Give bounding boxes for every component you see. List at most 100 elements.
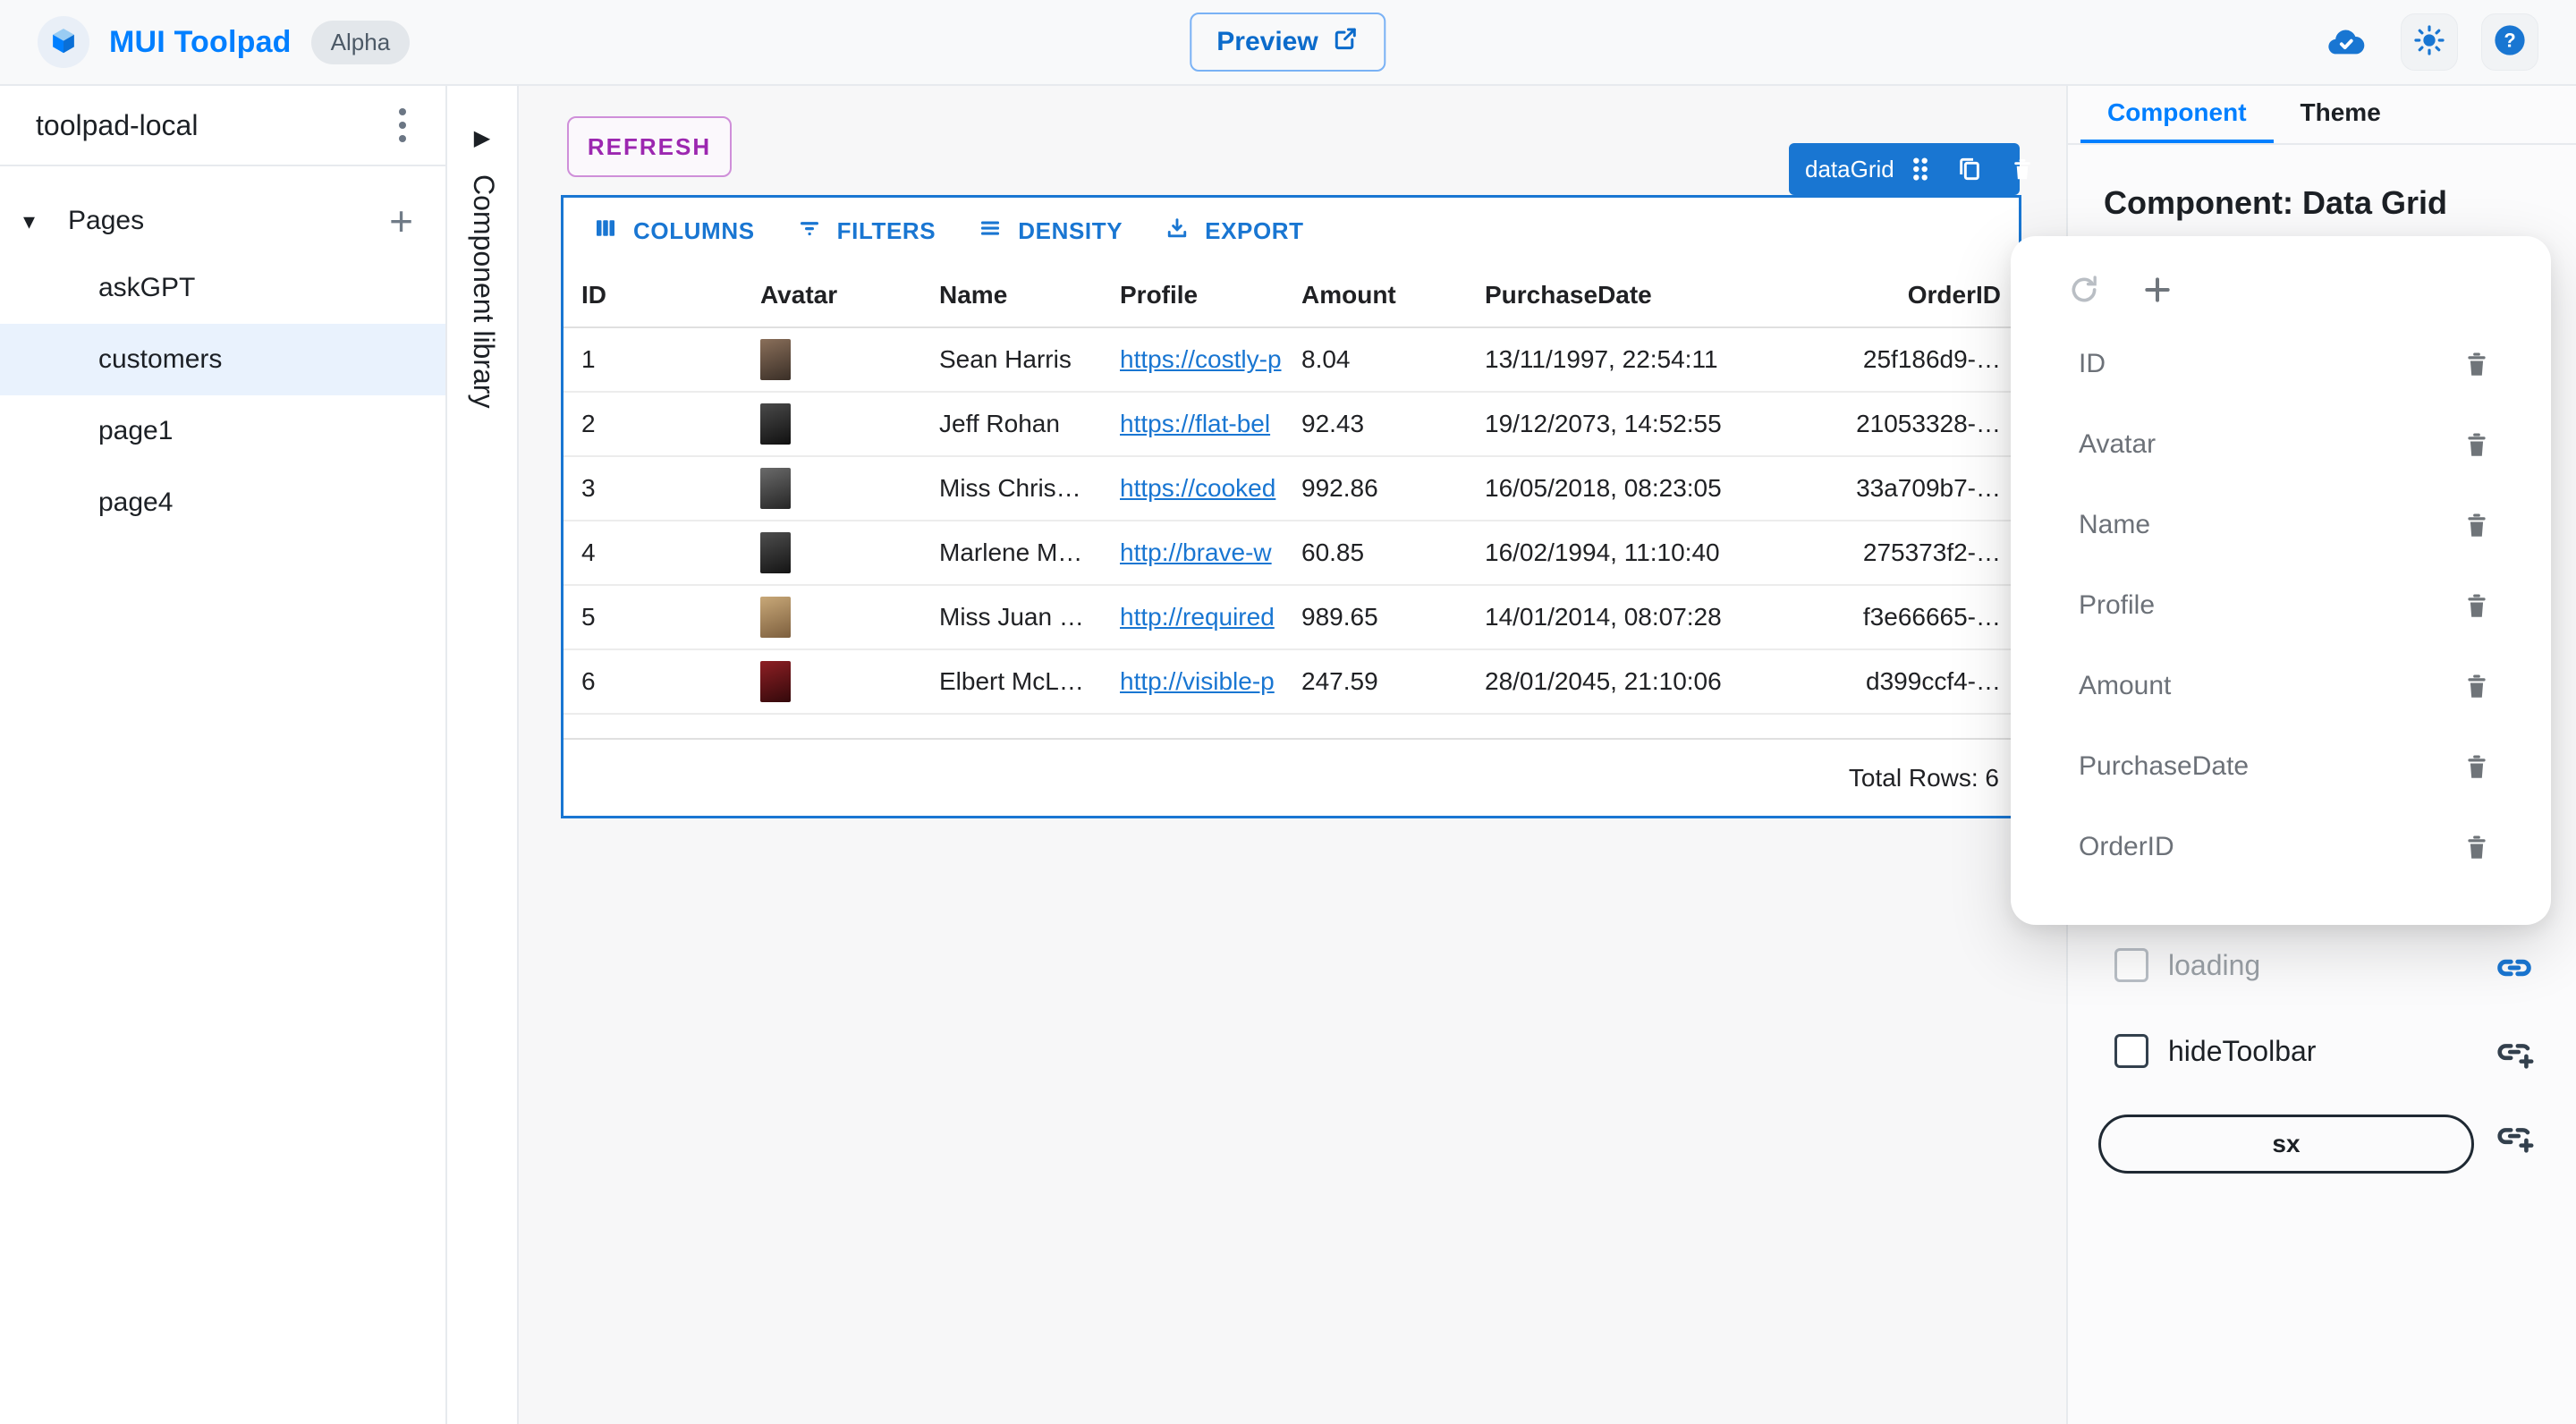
table-row[interactable]: 6 Elbert McL… http://visible-p 247.59 28… (564, 650, 2019, 715)
chevron-down-icon[interactable]: ▾ (23, 208, 59, 235)
drag-handle-icon[interactable] (1909, 156, 1932, 182)
preview-label: Preview (1216, 27, 1318, 57)
profile-link[interactable]: https://cooked (1120, 474, 1275, 502)
cell-amount: 992.86 (1284, 474, 1467, 503)
avatar (760, 661, 791, 702)
page-item-label: page1 (98, 416, 173, 446)
refresh-columns-icon[interactable] (2066, 272, 2102, 308)
delete-column-icon[interactable] (2462, 590, 2492, 621)
hidetoolbar-checkbox[interactable] (2114, 1034, 2148, 1068)
delete-column-icon[interactable] (2462, 510, 2492, 540)
sidebar-item-customers[interactable]: customers (0, 324, 445, 395)
cell-amount: 8.04 (1284, 345, 1467, 374)
component-library-strip[interactable]: ▶ Component library (447, 86, 519, 1424)
list-item[interactable]: OrderID (2011, 807, 2551, 887)
hidetoolbar-label: hideToolbar (2168, 1035, 2316, 1068)
col-header-profile[interactable]: Profile (1102, 281, 1284, 309)
toolpad-logo-icon (38, 16, 89, 68)
cell-name: Miss Chris… (921, 474, 1102, 503)
profile-link[interactable]: http://required (1120, 603, 1275, 631)
profile-link[interactable]: https://costly-p (1120, 345, 1282, 373)
delete-icon[interactable] (2009, 156, 2036, 182)
prop-hidetoolbar: hideToolbar (2114, 1034, 2316, 1068)
add-page-button[interactable]: + (384, 200, 419, 242)
table-row[interactable]: 2 Jeff Rohan https://flat-bel 92.43 19/1… (564, 393, 2019, 457)
cloud-sync-icon[interactable] (2315, 13, 2377, 71)
col-header-amount[interactable]: Amount (1284, 281, 1467, 309)
grid-filters-button[interactable]: FILTERS (782, 206, 951, 257)
duplicate-icon[interactable] (1955, 155, 1984, 183)
sidebar-item-page4[interactable]: page4 (0, 467, 445, 538)
cell-orderid: 25f186d9-… (1856, 345, 2019, 374)
cell-id: 2 (564, 410, 742, 438)
cell-profile: https://cooked (1102, 474, 1284, 503)
theme-mode-button[interactable] (2401, 13, 2458, 71)
grid-columns-button[interactable]: COLUMNS (578, 206, 769, 257)
delete-column-icon[interactable] (2462, 671, 2492, 701)
cell-id: 6 (564, 667, 742, 696)
cell-orderid: 33a709b7-… (1856, 474, 2019, 503)
delete-column-icon[interactable] (2462, 429, 2492, 460)
profile-link[interactable]: https://flat-bel (1120, 410, 1270, 437)
grid-export-button[interactable]: EXPORT (1149, 206, 1318, 257)
download-icon (1164, 215, 1191, 248)
grid-filters-label: FILTERS (837, 217, 936, 245)
col-header-avatar[interactable]: Avatar (742, 281, 921, 309)
col-header-purchasedate[interactable]: PurchaseDate (1467, 281, 1856, 309)
sidebar-item-page1[interactable]: page1 (0, 395, 445, 467)
cell-orderid: 275373f2-… (1856, 538, 2019, 567)
grid-export-label: EXPORT (1205, 217, 1304, 245)
tab-theme[interactable]: Theme (2274, 86, 2408, 143)
table-row[interactable]: 3 Miss Chris… https://cooked 992.86 16/0… (564, 457, 2019, 521)
expand-arrow-icon[interactable]: ▶ (471, 125, 493, 151)
cell-profile: https://flat-bel (1102, 410, 1284, 438)
sidebar-item-askgpt[interactable]: askGPT (0, 252, 445, 324)
cell-id: 3 (564, 474, 742, 503)
topbar: MUI Toolpad Alpha Preview (0, 0, 2576, 86)
cell-profile: https://costly-p (1102, 345, 1284, 374)
table-row[interactable]: 4 Marlene M… http://brave-w 60.85 16/02/… (564, 521, 2019, 586)
refresh-button[interactable]: REFRESH (567, 116, 732, 177)
project-menu-button[interactable] (390, 99, 415, 151)
pages-section-header: ▾ Pages + (0, 190, 445, 252)
tab-component[interactable]: Component (2080, 86, 2274, 143)
list-item[interactable]: Profile (2011, 565, 2551, 646)
data-grid[interactable]: COLUMNS FILTERS DENSITY EXPORT (561, 195, 2021, 818)
cell-purchasedate: 28/01/2045, 21:10:06 (1467, 667, 1856, 696)
app-title: MUI Toolpad (109, 25, 292, 60)
profile-link[interactable]: http://visible-p (1120, 667, 1275, 695)
density-icon (977, 215, 1004, 248)
list-item[interactable]: ID (2011, 324, 2551, 404)
grid-density-button[interactable]: DENSITY (962, 206, 1137, 257)
delete-column-icon[interactable] (2462, 751, 2492, 782)
hidetoolbar-add-binding-icon[interactable] (2494, 1036, 2535, 1076)
list-item[interactable]: Name (2011, 485, 2551, 565)
column-item-label: PurchaseDate (2079, 751, 2249, 782)
cell-avatar (742, 403, 921, 445)
table-row[interactable]: 5 Miss Juan … http://required 989.65 14/… (564, 586, 2019, 650)
sx-add-binding-icon[interactable] (2494, 1120, 2535, 1160)
project-header: toolpad-local (0, 86, 445, 166)
loading-bind-link-icon[interactable] (2494, 950, 2535, 990)
col-header-name[interactable]: Name (921, 281, 1102, 309)
help-icon: ? (2491, 21, 2529, 64)
list-item[interactable]: Amount (2011, 646, 2551, 726)
col-header-id[interactable]: ID (564, 281, 742, 309)
explorer-sidebar: toolpad-local ▾ Pages + askGPT customers… (0, 86, 447, 1424)
list-item[interactable]: PurchaseDate (2011, 726, 2551, 807)
total-rows-label: Total Rows: 6 (1849, 764, 1999, 793)
preview-button[interactable]: Preview (1190, 13, 1385, 72)
delete-column-icon[interactable] (2462, 349, 2492, 379)
table-row[interactable]: 1 Sean Harris https://costly-p 8.04 13/1… (564, 328, 2019, 393)
delete-column-icon[interactable] (2462, 832, 2492, 862)
cell-name: Elbert McL… (921, 667, 1102, 696)
profile-link[interactable]: http://brave-w (1120, 538, 1272, 566)
sx-button[interactable]: sx (2098, 1115, 2474, 1174)
add-column-icon[interactable] (2140, 272, 2175, 308)
selection-label: dataGrid (1805, 156, 1894, 183)
list-item[interactable]: Avatar (2011, 404, 2551, 485)
toolpad-app: MUI Toolpad Alpha Preview (0, 0, 2576, 1424)
loading-checkbox[interactable] (2114, 948, 2148, 982)
help-button[interactable]: ? (2481, 13, 2538, 71)
col-header-orderid[interactable]: OrderID (1856, 281, 2019, 309)
